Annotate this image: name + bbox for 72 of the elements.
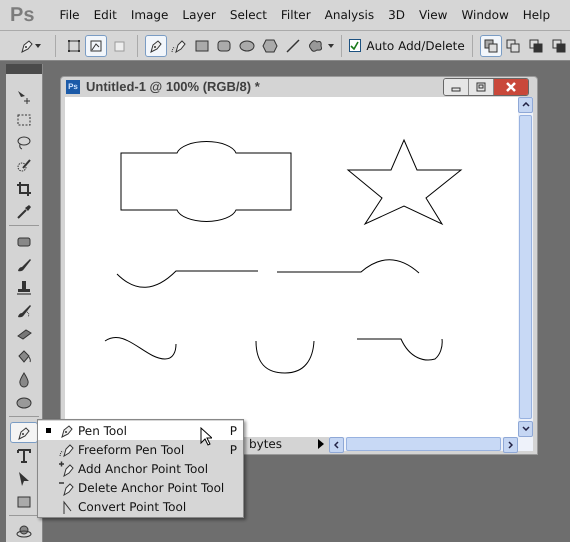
menu-item[interactable]: Image xyxy=(124,8,176,22)
type-icon xyxy=(16,448,32,464)
toolbox-header xyxy=(6,64,42,74)
pen-icon xyxy=(59,422,75,438)
menu-item[interactable]: Select xyxy=(222,8,274,22)
menu-item[interactable]: Help xyxy=(516,8,558,22)
menu-item[interactable]: Add Anchor Point Tool xyxy=(38,459,243,478)
stamp-icon xyxy=(16,280,32,296)
line-icon xyxy=(284,38,301,54)
menu-item[interactable]: Analysis xyxy=(318,8,382,22)
menu-item[interactable]: Layer xyxy=(175,8,223,22)
close-button[interactable] xyxy=(493,78,528,95)
crop-icon xyxy=(16,180,32,196)
paths-icon xyxy=(88,38,104,54)
freeform-pen-icon xyxy=(170,38,187,54)
menu-item[interactable]: Convert Point Tool xyxy=(38,497,243,516)
bucket-icon xyxy=(16,348,32,364)
checkbox-label: Auto Add/Delete xyxy=(366,38,465,53)
caret-icon xyxy=(34,44,41,48)
checkbox[interactable] xyxy=(348,39,362,52)
menu-item[interactable]: Pen Tool P xyxy=(38,421,243,440)
menu-item[interactable]: Delete Anchor Point Tool xyxy=(38,478,243,497)
menu-item[interactable]: Filter xyxy=(274,8,318,22)
maximize-button[interactable] xyxy=(468,78,493,95)
path-operation-icon xyxy=(552,38,566,53)
history-brush-icon xyxy=(16,302,32,318)
rectangle-icon xyxy=(194,38,210,54)
menu-item[interactable]: 3D xyxy=(381,8,412,22)
path-operation-icon xyxy=(506,38,520,53)
status-text: bytes xyxy=(249,436,284,451)
add-anchor-icon xyxy=(59,460,75,476)
menu-item[interactable]: Edit xyxy=(86,8,124,22)
caret-icon xyxy=(328,44,334,48)
rectangle-icon xyxy=(16,494,32,510)
quick-select-icon xyxy=(16,158,32,174)
app-logo: Ps xyxy=(10,4,34,27)
hexagon-icon xyxy=(262,38,278,54)
window-title: Untitled-1 @ 100% (RGB/8) * xyxy=(86,79,261,94)
shape-layers-icon xyxy=(66,38,82,54)
blob-icon xyxy=(308,38,324,54)
minimize-button[interactable] xyxy=(444,78,468,95)
rotate-3d-icon xyxy=(16,524,32,540)
horizontal-scrollbar[interactable] xyxy=(329,436,533,451)
move-icon xyxy=(16,88,32,104)
menu-item[interactable]: Freeform Pen Tool P xyxy=(38,440,243,459)
document-icon: Ps xyxy=(66,80,80,94)
pen-icon xyxy=(148,38,164,54)
cursor-icon xyxy=(200,427,212,446)
sponge-icon xyxy=(16,394,32,410)
menu-item[interactable]: Window xyxy=(454,8,516,22)
rounded-rectangle-icon xyxy=(216,38,232,54)
vertical-scrollbar[interactable] xyxy=(518,96,533,437)
tool-button[interactable] xyxy=(10,422,38,443)
brush-icon xyxy=(16,256,32,272)
delete-anchor-icon xyxy=(59,480,75,496)
shape-tool-button[interactable] xyxy=(145,34,167,57)
path-operation-icon xyxy=(484,38,498,53)
menu-item[interactable]: View xyxy=(412,8,454,22)
maximize-icon xyxy=(476,82,486,92)
path-mode-button[interactable] xyxy=(85,34,108,57)
path-operation-button[interactable] xyxy=(480,34,502,57)
bullet-icon xyxy=(46,428,51,433)
marquee-icon xyxy=(16,112,32,128)
lasso-icon xyxy=(16,134,32,150)
ellipse-icon xyxy=(239,38,256,54)
pen-icon xyxy=(18,38,35,54)
eyedropper-icon xyxy=(16,204,32,220)
pen-icon xyxy=(16,424,32,440)
path-operation-icon xyxy=(529,38,544,53)
menu-item[interactable]: File xyxy=(52,8,87,22)
freeform-pen-icon xyxy=(59,442,75,458)
close-icon xyxy=(505,82,517,92)
